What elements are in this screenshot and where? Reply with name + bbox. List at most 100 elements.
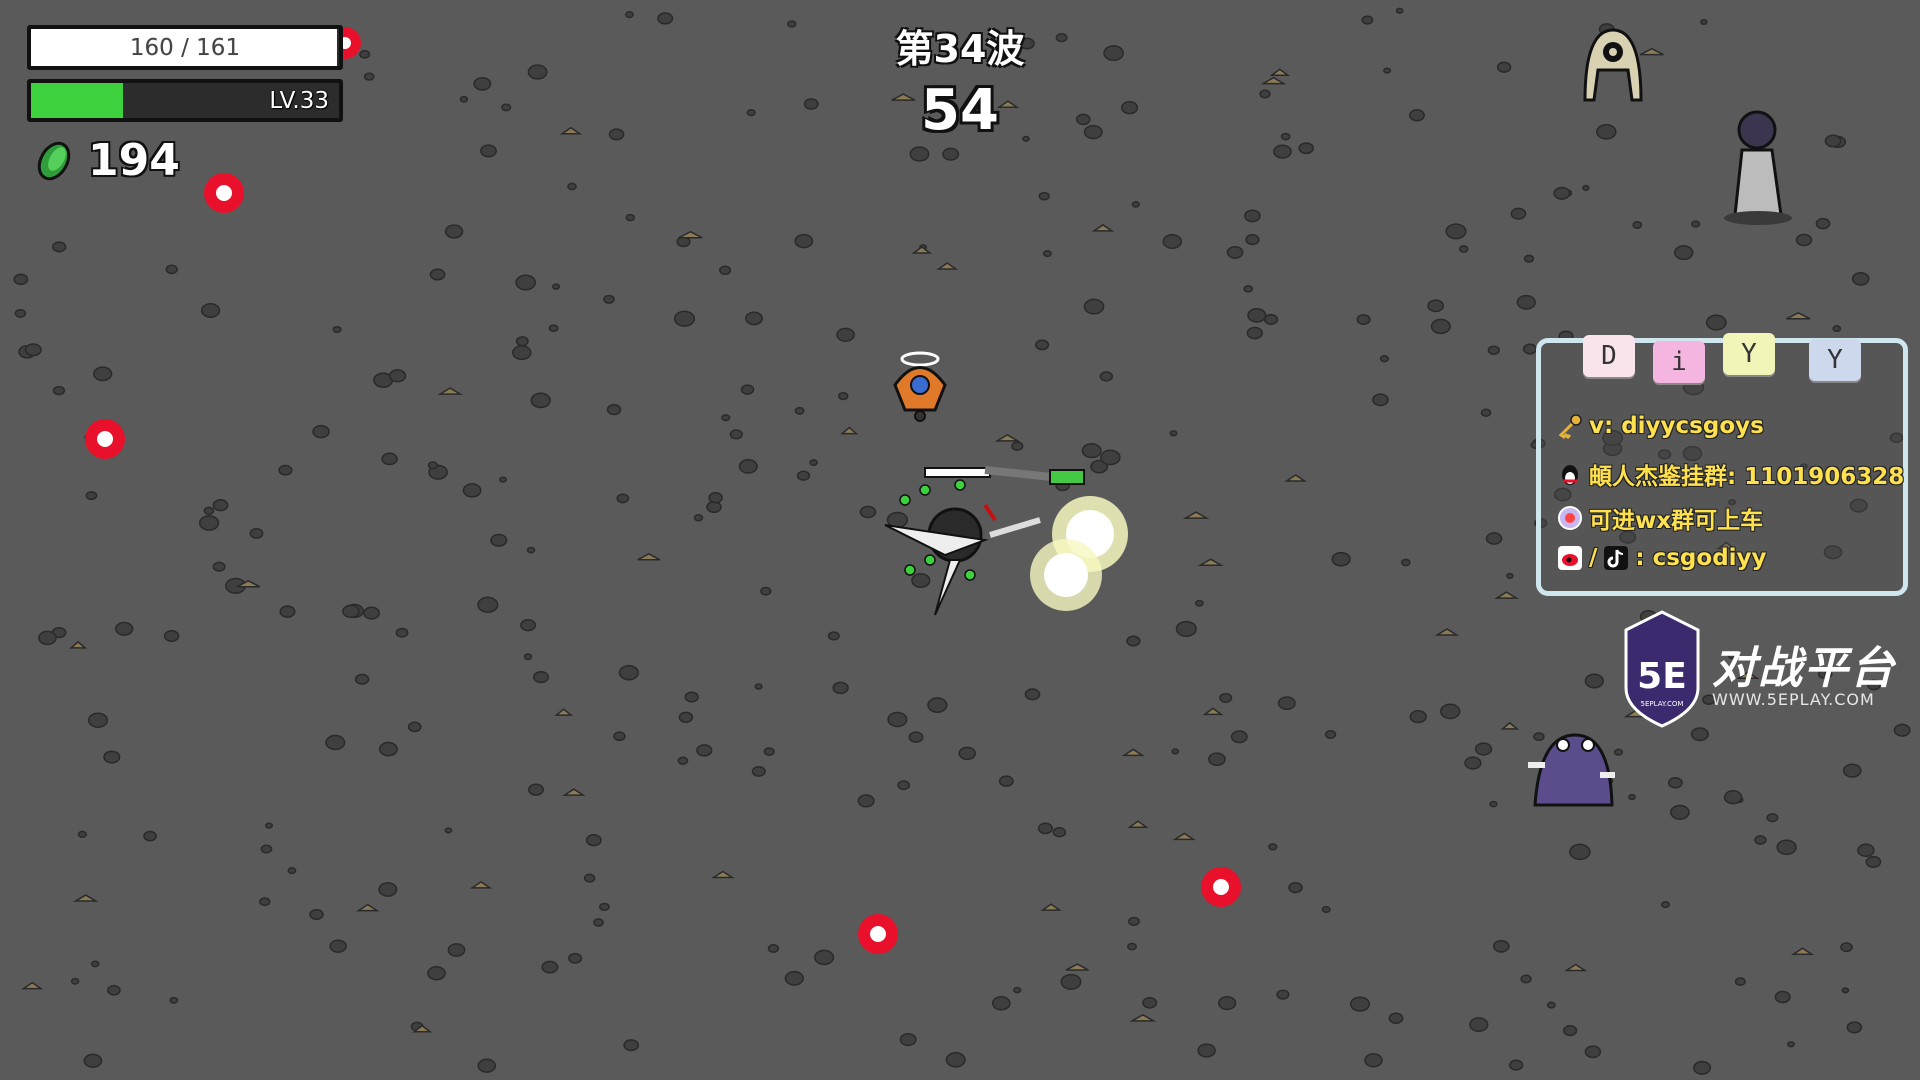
ground-rock — [958, 746, 976, 761]
ground-rock — [1349, 996, 1371, 1012]
ground-rock — [342, 604, 360, 619]
penguin-icon — [1562, 465, 1578, 485]
ground-rock — [107, 984, 121, 996]
ground-rock — [1546, 1001, 1556, 1009]
ground-rock — [1288, 881, 1303, 894]
ground-rock — [530, 392, 551, 409]
promo-line-wechat: v: diyycsgoys — [1557, 413, 1764, 439]
ground-rock — [593, 918, 604, 927]
ground-rock — [1458, 245, 1469, 253]
ground-rock — [212, 499, 229, 512]
ground-rock — [526, 546, 536, 554]
ground-rock — [1693, 1060, 1712, 1075]
ground-rock — [444, 827, 453, 834]
ground-rock — [998, 775, 1014, 787]
tag-letter: i — [1653, 341, 1705, 383]
ground-rock — [1474, 742, 1493, 756]
ground-rock — [1857, 843, 1875, 858]
ground-rock — [1208, 752, 1226, 767]
ground-rock — [1480, 408, 1492, 417]
ground-rock — [1667, 777, 1683, 789]
ground-rock — [616, 493, 630, 504]
ground-rock — [1430, 318, 1451, 335]
ground-rock — [1276, 989, 1290, 1000]
ground-rock — [1273, 144, 1292, 159]
ground-rock — [1127, 942, 1137, 951]
promo-line-wx-group: 可进wx群可上车 — [1557, 501, 1763, 535]
ground-rock — [1013, 986, 1022, 994]
ground-rock — [163, 630, 180, 642]
ground-rock — [87, 712, 109, 728]
ground-rock — [1126, 635, 1141, 647]
ground-rock — [1562, 1025, 1578, 1037]
ground-rock — [719, 265, 732, 276]
ground-rock — [859, 505, 877, 519]
ground-rock — [1244, 209, 1261, 223]
ground-rock — [1197, 1043, 1216, 1058]
enemy-bullet — [204, 173, 244, 213]
ground-rock — [624, 11, 634, 19]
ground-rock — [1331, 551, 1351, 567]
ground-rock — [1509, 1059, 1524, 1071]
ground-rock — [1042, 250, 1052, 258]
ground-rock — [1245, 234, 1260, 246]
green-material-icon — [37, 141, 71, 180]
ground-rock — [1522, 343, 1538, 355]
ground-rock — [1243, 285, 1254, 293]
ground-rock — [1584, 673, 1604, 689]
ground-rock — [857, 794, 875, 808]
ground-rock — [407, 721, 422, 733]
promo-line-weibo-tiktok: / : csgodiyy — [1557, 545, 1767, 571]
ground-rock — [568, 952, 583, 964]
ground-rock — [1011, 441, 1024, 451]
ground-rock — [1795, 233, 1813, 247]
ground-rock — [1469, 1017, 1489, 1033]
ground-rock — [552, 283, 561, 290]
ground-rock — [1516, 294, 1536, 310]
ground-rock — [1632, 221, 1643, 229]
ground-rock — [1846, 1021, 1863, 1034]
ground-rock — [279, 605, 296, 618]
ground-rock — [1263, 313, 1279, 325]
ground-rock — [24, 343, 42, 357]
ground-rock — [477, 596, 499, 613]
ground-rock — [93, 366, 113, 382]
ground-rock — [760, 586, 772, 596]
ground-rock — [1569, 843, 1591, 861]
ground-rock — [325, 734, 346, 751]
ground-rock — [388, 369, 407, 383]
ground-rock — [169, 996, 179, 1004]
ground-rock — [1131, 201, 1141, 208]
ground-rock — [38, 630, 57, 646]
weibo-icon — [1558, 546, 1582, 570]
ground-rock — [1774, 990, 1791, 1004]
ground-rock — [1485, 532, 1503, 545]
ground-rock — [1162, 233, 1183, 250]
badge-icon — [1558, 506, 1582, 530]
ground-rock — [165, 264, 178, 275]
ground-rock — [1024, 688, 1041, 701]
ground-rock — [676, 236, 691, 248]
ground-rock — [794, 233, 814, 249]
key-icon — [1558, 414, 1582, 439]
ground-rock — [1840, 942, 1853, 953]
ground-rock — [278, 464, 293, 476]
ground-rock — [794, 406, 805, 415]
ground-rock — [533, 670, 549, 684]
ground-rock — [677, 756, 689, 765]
ground-rock — [1520, 974, 1532, 984]
ground-rock — [13, 273, 29, 286]
ground-rock — [1142, 996, 1158, 1009]
ground-rock — [1100, 449, 1121, 466]
tiktok-icon — [1604, 546, 1629, 570]
ground-rock — [427, 966, 446, 981]
ground-rock — [673, 310, 696, 327]
ground-rock — [1321, 905, 1331, 913]
ground-rock — [1247, 308, 1267, 323]
ground-rock — [784, 970, 804, 986]
ground-rock — [1533, 732, 1545, 742]
ground-rock — [1379, 355, 1389, 363]
tag-letter: D — [1583, 335, 1635, 377]
promo-text: v: diyycsgoys — [1589, 413, 1764, 439]
ground-rock — [1776, 839, 1797, 856]
